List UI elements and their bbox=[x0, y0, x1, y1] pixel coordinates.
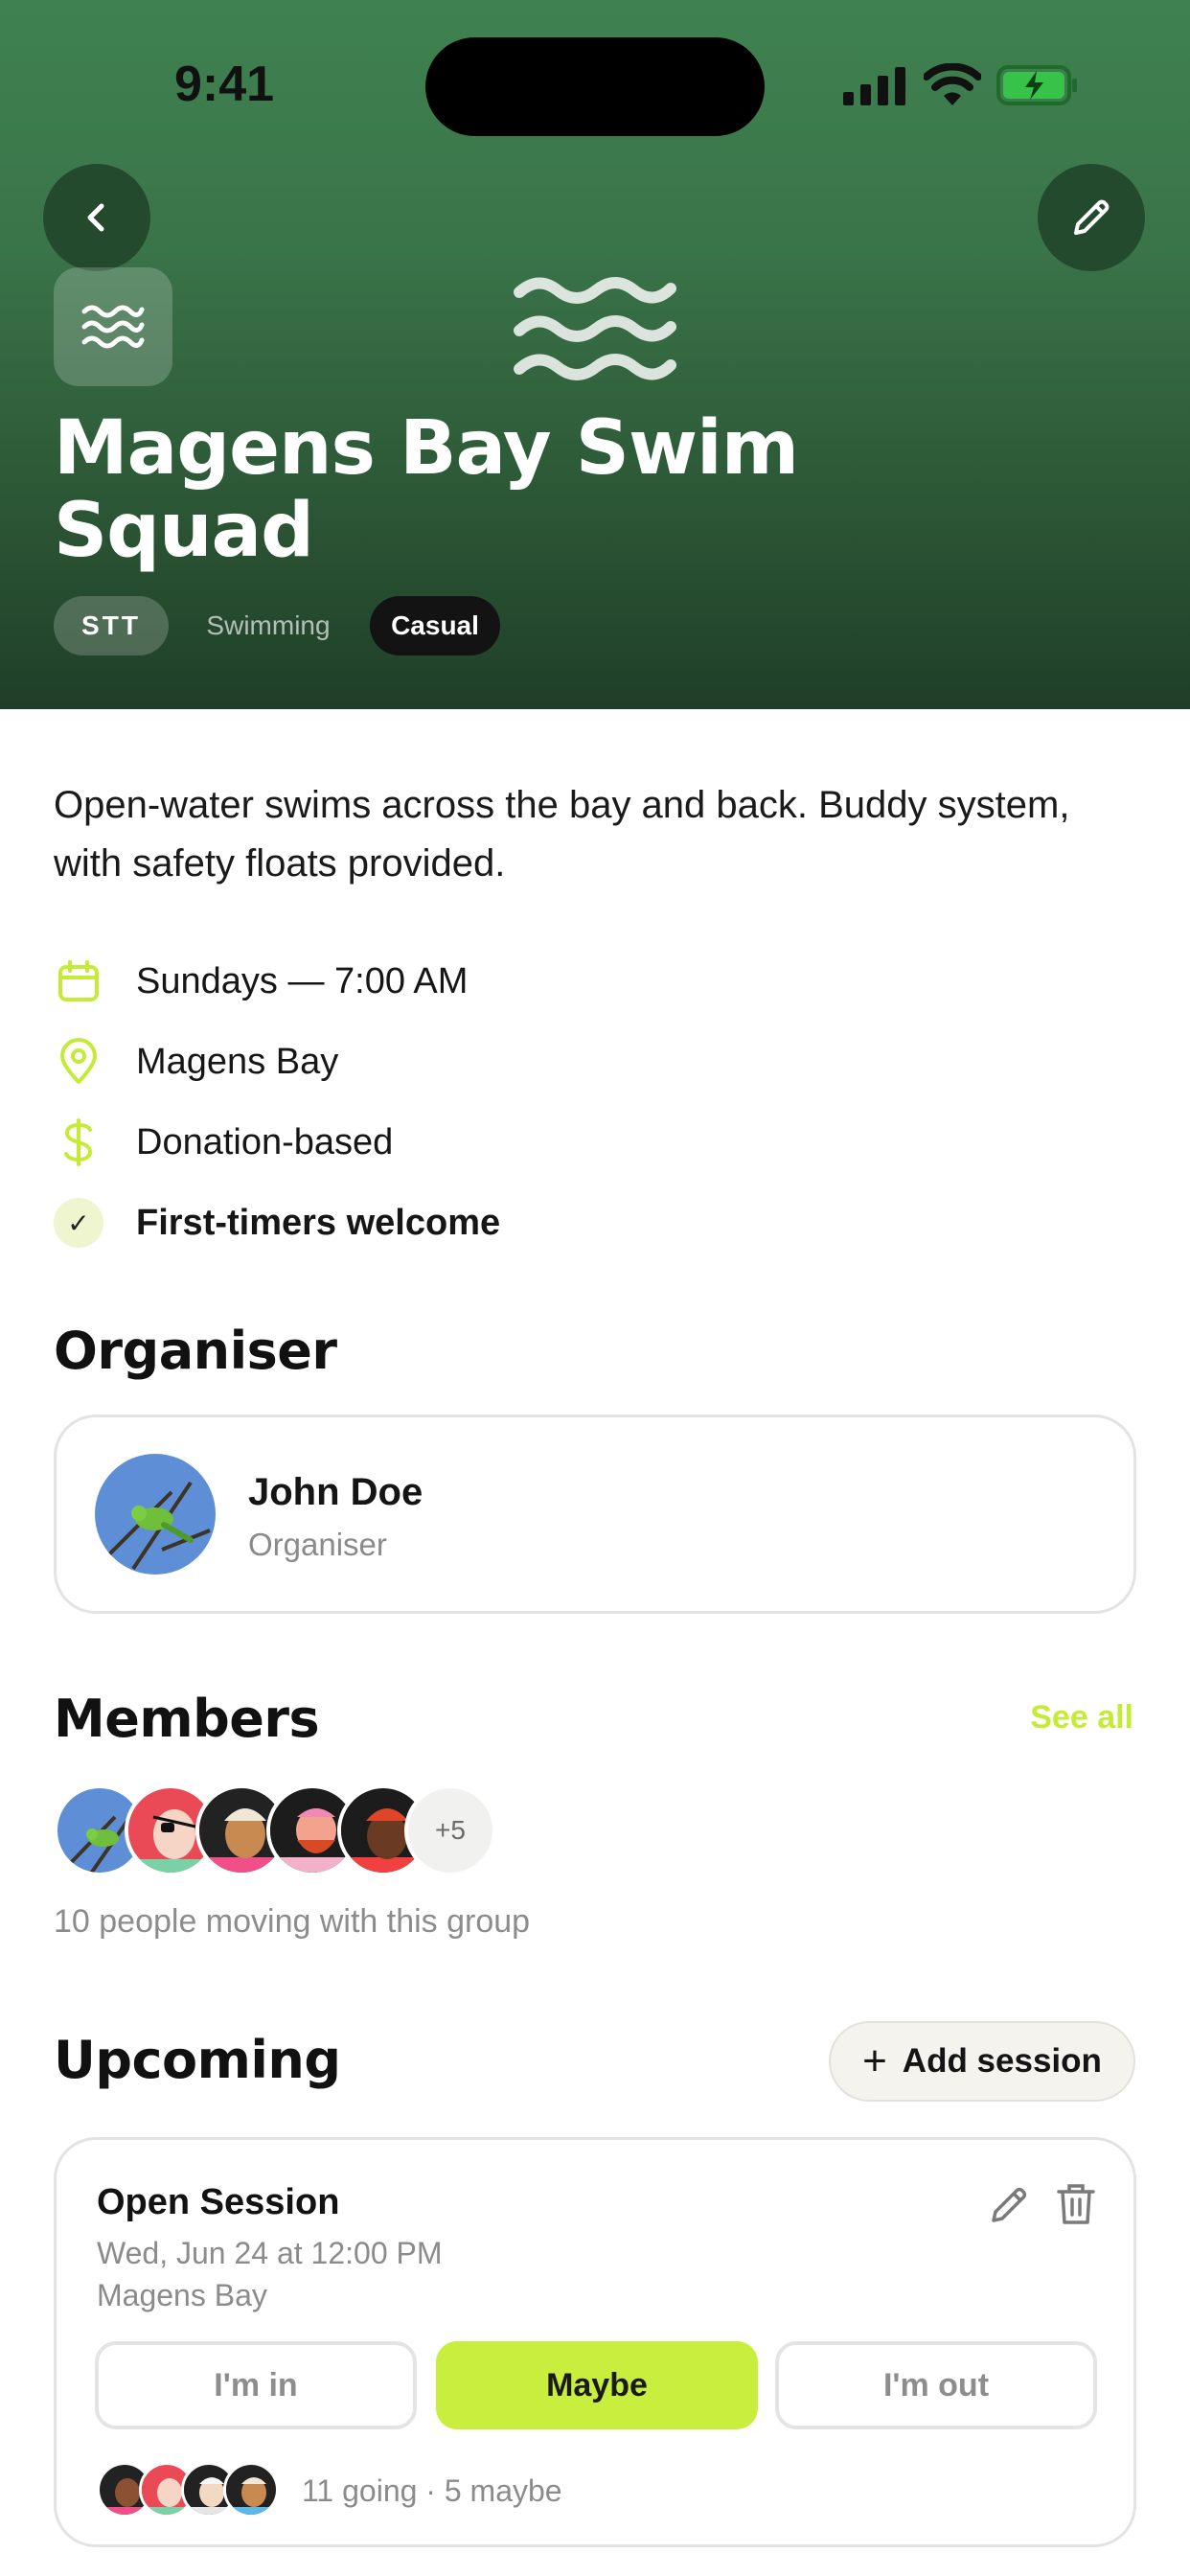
members-heading: Members bbox=[54, 1689, 320, 1749]
cellular-signal-icon bbox=[843, 67, 905, 105]
add-session-button[interactable]: + Add session bbox=[829, 2021, 1135, 2102]
price-text: Donation-based bbox=[136, 1121, 394, 1162]
waves-icon bbox=[81, 305, 145, 349]
calendar-icon bbox=[54, 956, 103, 1006]
location-row: Magens Bay bbox=[54, 1033, 338, 1091]
status-time: 9:41 bbox=[174, 57, 275, 112]
rsvp-out-button[interactable]: I'm out bbox=[775, 2341, 1097, 2429]
members-caption: 10 people moving with this group bbox=[54, 1903, 531, 1940]
avatar bbox=[95, 1454, 216, 1575]
dollar-icon bbox=[54, 1117, 103, 1167]
schedule-row: Sundays — 7:00 AM bbox=[54, 953, 468, 1010]
check-icon: ✓ bbox=[54, 1198, 103, 1248]
attendance-summary: 11 going · 5 maybe bbox=[302, 2473, 562, 2508]
dynamic-island bbox=[425, 37, 765, 136]
rsvp-in-button[interactable]: I'm in bbox=[95, 2341, 417, 2429]
location-text: Magens Bay bbox=[136, 1041, 339, 1082]
edit-session-icon[interactable] bbox=[986, 2180, 1034, 2228]
newcomers-row: ✓ First-timers welcome bbox=[54, 1194, 500, 1252]
price-row: Donation-based bbox=[54, 1114, 393, 1171]
session-title: Open Session bbox=[97, 2182, 340, 2222]
session-card[interactable]: Open Session Wed, Jun 24 at 12:00 PM Mag… bbox=[54, 2137, 1136, 2547]
organiser-heading: Organiser bbox=[54, 1321, 337, 1381]
hero-header: 9:41 Magens Bay Swim Squad STT Swimming … bbox=[0, 0, 1190, 709]
level-chip: Casual bbox=[370, 596, 500, 656]
map-pin-icon bbox=[54, 1037, 103, 1087]
edit-group-button[interactable] bbox=[1038, 164, 1145, 271]
see-all-link[interactable]: See all bbox=[1030, 1699, 1133, 1736]
avatar bbox=[223, 2462, 279, 2518]
group-title: Magens Bay Swim Squad bbox=[54, 405, 799, 574]
organiser-card[interactable]: John Doe Organiser bbox=[54, 1414, 1136, 1614]
wifi-icon bbox=[924, 63, 981, 105]
pencil-icon bbox=[1074, 199, 1110, 235]
back-button[interactable] bbox=[43, 164, 150, 271]
organiser-name: John Doe bbox=[248, 1471, 423, 1513]
organiser-role: Organiser bbox=[248, 1527, 387, 1562]
newcomers-text: First-timers welcome bbox=[136, 1202, 501, 1243]
chevron-left-icon bbox=[87, 203, 104, 232]
more-members-badge[interactable]: +5 bbox=[404, 1784, 496, 1876]
delete-session-icon[interactable] bbox=[1053, 2180, 1099, 2228]
plus-icon: + bbox=[862, 2037, 887, 2084]
rsvp-maybe-button[interactable]: Maybe bbox=[436, 2341, 758, 2429]
sport-badge bbox=[54, 267, 172, 386]
session-location: Magens Bay bbox=[97, 2278, 267, 2312]
waves-watermark-icon bbox=[514, 277, 676, 380]
sport-chip: Swimming bbox=[206, 610, 331, 640]
battery-charging-icon bbox=[996, 65, 1077, 105]
schedule-text: Sundays — 7:00 AM bbox=[136, 960, 469, 1001]
location-chip: STT bbox=[54, 596, 169, 656]
add-session-label: Add session bbox=[902, 2042, 1102, 2080]
session-datetime: Wed, Jun 24 at 12:00 PM bbox=[97, 2236, 443, 2270]
upcoming-heading: Upcoming bbox=[54, 2030, 341, 2090]
group-description: Open-water swims across the bay and back… bbox=[54, 784, 1070, 885]
